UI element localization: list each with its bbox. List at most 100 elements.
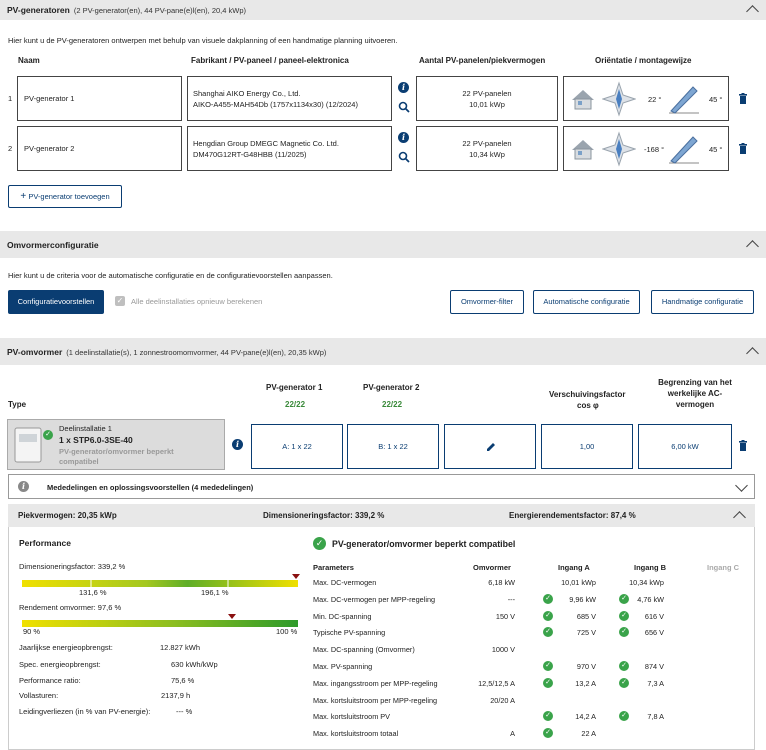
gen2-count: 22/22 xyxy=(382,400,403,409)
col-limit-2: werkelijke AC- xyxy=(667,389,723,398)
orientation-field[interactable]: 22 ° 45 ° xyxy=(563,76,729,121)
compat-note: PV-generator/omvormer beperkt xyxy=(59,447,174,456)
search-icon[interactable] xyxy=(398,101,410,113)
check-icon: ✓ xyxy=(543,594,553,604)
param-cell: 20/20 A xyxy=(490,696,515,705)
generator-name-field[interactable]: PV-generator 1 xyxy=(17,76,182,121)
check-icon: ✓ xyxy=(619,711,629,721)
param-cell: Max. kortsluitstroom PV xyxy=(313,712,391,721)
peak-power: Piekvermogen: 20,35 kWp xyxy=(18,511,117,520)
pencil-icon[interactable] xyxy=(485,441,497,453)
edit-cell[interactable] xyxy=(444,424,536,469)
stat-value: 2137,9 h xyxy=(161,691,191,700)
check-icon: ✓ xyxy=(43,430,53,440)
col-pv-gen-1: PV-generator 1 xyxy=(266,383,323,392)
stat-label: Leidingverliezen (in % van PV-energie): xyxy=(19,707,151,716)
col-cosphi-unit: cos φ xyxy=(577,401,599,410)
expand-chevron-icon[interactable] xyxy=(735,479,748,492)
messages-label: Mededelingen en oplossingsvoorstellen (4… xyxy=(47,483,254,492)
efficiency-gauge xyxy=(22,614,298,627)
string-a-cell[interactable]: A: 1 x 22 xyxy=(251,424,343,469)
info-icon[interactable]: i xyxy=(398,132,409,143)
config-proposals-button[interactable]: Configuratievoorstellen xyxy=(8,290,104,314)
check-icon: ✓ xyxy=(313,537,326,550)
roof-house-icon xyxy=(572,90,594,110)
compass-icon xyxy=(602,81,636,117)
inverter-config-header[interactable]: Omvormerconfiguratie xyxy=(0,231,766,258)
param-cell: Max. DC-spanning (Omvormer) xyxy=(313,645,415,654)
pv-generators-intro: Hier kunt u de PV-generatoren ontwerpen … xyxy=(8,36,398,45)
manual-config-button[interactable]: Handmatige configuratie xyxy=(651,290,754,314)
inverter-col-header: Omvormer xyxy=(473,563,511,572)
param-cell: 12,5/12,5 A xyxy=(478,679,515,688)
param-cell: Max. kortsluitstroom totaal xyxy=(313,729,399,738)
check-icon: ✓ xyxy=(543,728,553,738)
param-col-header: Parameters xyxy=(313,563,354,572)
manufacturer-field[interactable]: Hengdian Group DMEGC Magnetic Co. Ltd. D… xyxy=(187,126,392,171)
inverter-config-intro: Hier kunt u de criteria voor de automati… xyxy=(8,271,333,280)
col-limit: Begrenzing van het xyxy=(658,378,732,387)
col-name: Naam xyxy=(18,56,40,65)
delete-trash-icon[interactable] xyxy=(738,440,748,451)
search-icon[interactable] xyxy=(398,151,410,163)
check-icon: ✓ xyxy=(619,627,629,637)
compat-note-2: compatibel xyxy=(59,457,99,466)
info-icon[interactable]: i xyxy=(398,82,409,93)
messages-panel[interactable]: i Mededelingen en oplossingsvoorstellen … xyxy=(8,474,755,499)
input-b-col-header: Ingang B xyxy=(634,563,667,572)
collapse-chevron-icon[interactable] xyxy=(746,5,759,18)
subinstallation-card[interactable]: ✓ Deelinstallatie 1 1 x STP6.0-3SE-40 PV… xyxy=(7,419,225,470)
input-c-col-header: Ingang C xyxy=(707,563,740,572)
string-b-cell[interactable]: B: 1 x 22 xyxy=(347,424,439,469)
panel-count-field[interactable]: 22 PV-panelen 10,01 kWp xyxy=(416,76,558,121)
compass-icon xyxy=(602,131,636,167)
param-cell: 150 V xyxy=(495,612,515,621)
ac-limit-cell[interactable]: 6,00 kW xyxy=(638,424,732,469)
param-cell: Max. PV-spanning xyxy=(313,662,373,671)
info-icon[interactable]: i xyxy=(232,439,243,450)
pv-generators-subtitle: (2 PV-generator(en), 44 PV-pane(e)l(en),… xyxy=(73,6,246,15)
add-pv-generator-button[interactable]: + PV-generator toevoegen xyxy=(8,185,122,208)
pv-inverter-title: PV-omvormer (1 deelinstallatie(s), 1 zonn… xyxy=(7,347,327,357)
check-icon: ✓ xyxy=(543,661,553,671)
param-cell: Max. DC-vermogen xyxy=(313,578,377,587)
tilt-panel-icon xyxy=(669,86,699,114)
manufacturer-field[interactable]: Shanghai AIKO Energy Co., Ltd. AIKO-A455… xyxy=(187,76,392,121)
check-icon: ✓ xyxy=(619,594,629,604)
eff-label: Rendement omvormer: 97,6 % xyxy=(19,603,122,612)
recalc-checkbox[interactable]: ✓ xyxy=(115,296,125,306)
row-index: 1 xyxy=(8,94,13,103)
collapse-chevron-icon[interactable] xyxy=(733,511,746,524)
collapse-chevron-icon[interactable] xyxy=(746,240,759,253)
inverter-filter-button[interactable]: Omvormer-filter xyxy=(450,290,524,314)
panel-count-field[interactable]: 22 PV-panelen 10,34 kWp xyxy=(416,126,558,171)
col-limit-3: vermogen xyxy=(675,400,715,409)
delete-trash-icon[interactable] xyxy=(738,143,748,154)
collapse-chevron-icon[interactable] xyxy=(746,347,759,360)
param-cell: 1000 V xyxy=(491,645,515,654)
delete-trash-icon[interactable] xyxy=(738,93,748,104)
cosphi-cell[interactable]: 1,00 xyxy=(541,424,633,469)
param-cell: --- xyxy=(507,595,515,604)
automatic-config-button[interactable]: Automatische configuratie xyxy=(533,290,640,314)
pv-inverter-subtitle: (1 deelinstallatie(s), 1 zonnestroomomvo… xyxy=(66,348,327,357)
orientation-field[interactable]: -168 ° 45 ° xyxy=(563,126,729,171)
check-icon: ✓ xyxy=(543,678,553,688)
check-icon: ✓ xyxy=(543,611,553,621)
generator-name-field[interactable]: PV-generator 2 xyxy=(17,126,182,171)
check-icon: ✓ xyxy=(619,678,629,688)
col-pv-gen-2: PV-generator 2 xyxy=(363,383,420,392)
pv-generators-header[interactable]: PV-generatoren (2 PV-generator(en), 44 PV… xyxy=(0,0,766,20)
param-cell: Min. DC-spanning xyxy=(313,612,372,621)
param-cell: 10,34 kWp xyxy=(629,578,664,587)
pv-inverter-header[interactable]: PV-omvormer (1 deelinstallatie(s), 1 zonn… xyxy=(0,338,766,365)
stat-label: Spec. energieopbrengst: xyxy=(19,660,101,669)
pv-generators-title: PV-generatoren (2 PV-generator(en), 44 PV… xyxy=(7,5,246,15)
roof-house-icon xyxy=(572,140,594,160)
inverter-model: 1 x STP6.0-3SE-40 xyxy=(59,435,133,445)
recalc-label: Alle deelinstallaties opnieuw berekenen xyxy=(131,297,263,306)
row-index: 2 xyxy=(8,144,13,153)
col-panels: Aantal PV-panelen/piekvermogen xyxy=(419,56,546,65)
param-cell: 6,18 kW xyxy=(488,578,515,587)
summary-bar[interactable]: Piekvermogen: 20,35 kWp Dimensioneringsf… xyxy=(8,504,755,527)
